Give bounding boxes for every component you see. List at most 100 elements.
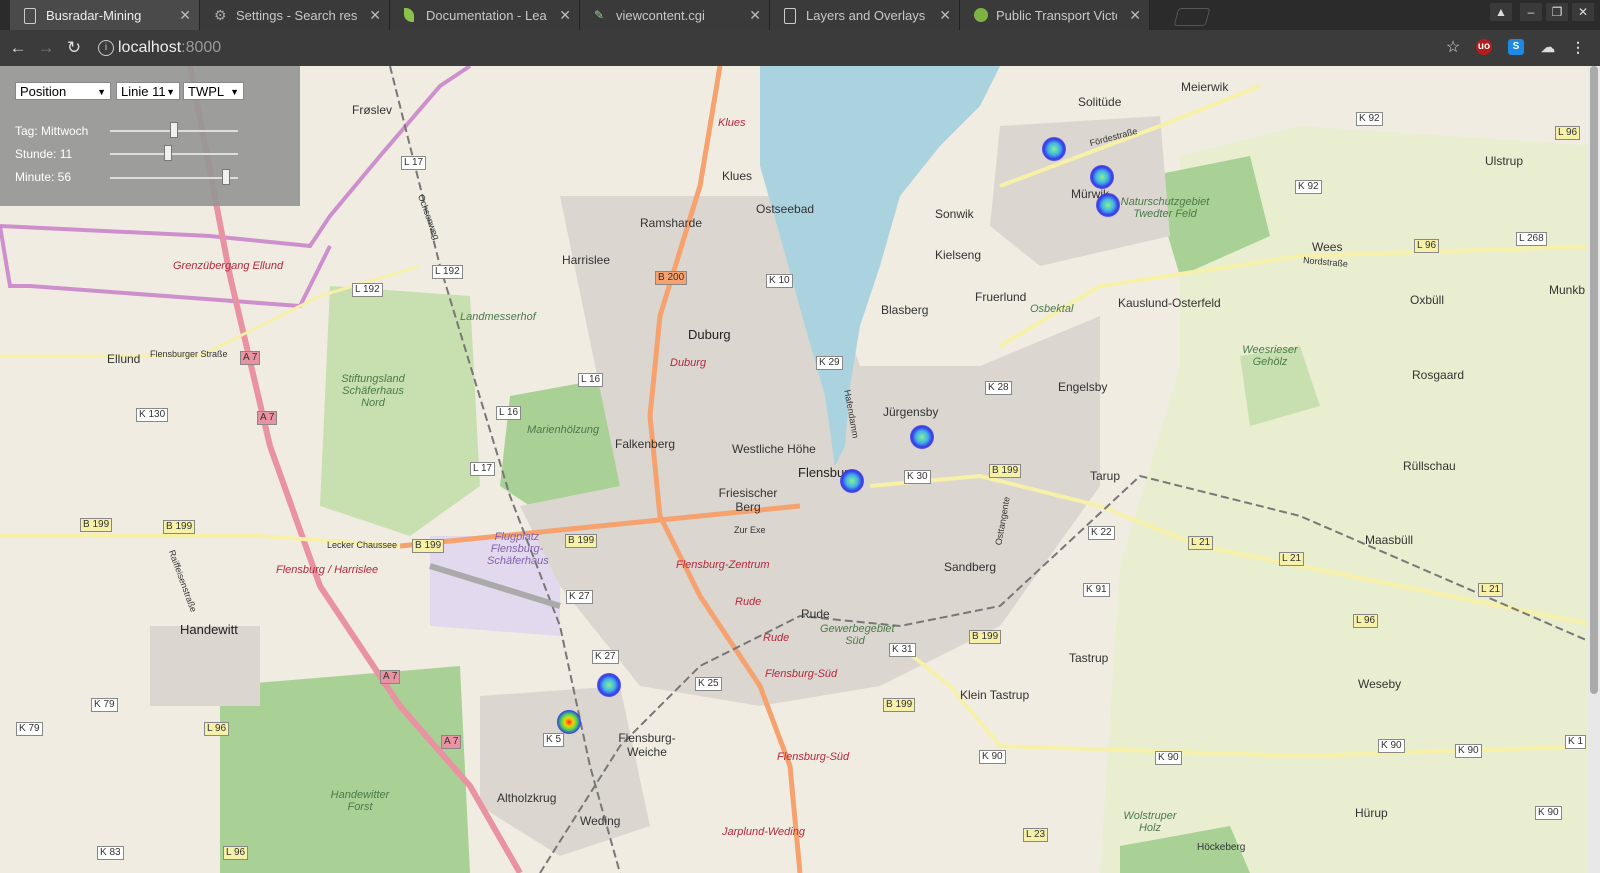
tab-documentation[interactable]: Documentation - Leafle ✕ [390, 0, 580, 30]
reload-icon[interactable]: ↻ [64, 38, 84, 58]
red-label: Grenzübergang Ellund [173, 260, 284, 272]
scrollbar-thumb[interactable] [1590, 66, 1598, 694]
tab-settings[interactable]: ⚙ Settings - Search result ✕ [200, 0, 390, 30]
bus-position-marker[interactable] [597, 673, 621, 697]
close-icon[interactable]: ✕ [179, 7, 191, 24]
road-shield: K 83 [97, 846, 124, 860]
close-icon[interactable]: ✕ [559, 7, 571, 24]
hour-slider[interactable] [110, 145, 238, 161]
tab-public-transport[interactable]: Public Transport Victori ✕ [960, 0, 1150, 30]
back-icon[interactable]: ← [8, 38, 28, 58]
place-label: Ulstrup [1485, 154, 1524, 168]
road-shield: K 27 [592, 650, 619, 664]
tab-busradar-mining[interactable]: Busradar-Mining ✕ [10, 0, 200, 30]
new-tab-button[interactable] [1173, 8, 1211, 26]
extension-cloud-icon[interactable]: ☁ [1540, 39, 1556, 55]
green-label: Naturschutzgebiet Twedter Feld [1120, 196, 1210, 220]
road-shield: K 29 [816, 356, 843, 370]
tab-viewcontent[interactable]: ✎ viewcontent.cgi ✕ [580, 0, 770, 30]
stop-select[interactable]: TWPL ▼ [183, 82, 244, 100]
road-shield: K 22 [1088, 526, 1115, 540]
bus-position-marker[interactable] [1042, 137, 1066, 161]
road-shield: K 91 [1083, 583, 1110, 597]
close-icon[interactable]: ✕ [749, 7, 761, 24]
road-shield: L 192 [352, 283, 383, 297]
ublock-icon[interactable]: uo [1476, 39, 1492, 55]
place-label: Westliche Höhe [732, 442, 816, 456]
road-shield: K 90 [1535, 806, 1562, 820]
extension-s-icon[interactable]: S [1508, 39, 1524, 55]
close-icon[interactable]: ✕ [939, 7, 951, 24]
bookmark-star-icon[interactable]: ☆ [1443, 38, 1463, 58]
road-shield: K 5 [543, 733, 565, 747]
road-shield: A 7 [257, 411, 278, 425]
globe-icon [974, 8, 988, 22]
restore-button[interactable]: ❐ [1546, 3, 1568, 21]
road-shield: L 16 [496, 406, 522, 420]
address-bar[interactable]: i localhost:8000 [92, 34, 1452, 62]
url-host: localhost [118, 39, 182, 56]
chevron-down-icon: ▼ [166, 87, 175, 97]
slider-thumb[interactable] [170, 122, 178, 138]
red-label: Flensburg-Süd [777, 751, 850, 763]
bus-position-marker-hot[interactable] [557, 710, 581, 734]
leaf-icon [404, 8, 414, 22]
tab-layers-overlays[interactable]: Layers and Overlays | L ✕ [770, 0, 960, 30]
place-label: Tastrup [1069, 651, 1109, 665]
mode-select[interactable]: Position ▼ [15, 82, 111, 100]
forward-icon[interactable]: → [36, 38, 56, 58]
minimize-button[interactable]: – [1520, 3, 1542, 21]
place-label: Weseby [1358, 677, 1402, 691]
line-select[interactable]: Linie 11 ▼ [116, 82, 180, 100]
menu-icon[interactable]: ⋮ [1570, 39, 1586, 55]
road-shield: K 31 [889, 643, 916, 657]
green-label: Handewitter Forst [330, 789, 390, 813]
place-label: Höckeberg [1197, 842, 1246, 853]
browser-toolbar: ← → ↻ i localhost:8000 ☆ uo S ☁ ⋮ [0, 30, 1600, 66]
place-label: Klein Tastrup [960, 688, 1030, 702]
slider-thumb[interactable] [221, 169, 230, 185]
place-label: Rosgaard [1412, 368, 1465, 382]
green-label: Osbektal [1030, 303, 1074, 315]
street-label: Zur Exe [734, 525, 766, 535]
day-slider[interactable] [110, 122, 238, 138]
bus-position-marker[interactable] [910, 425, 934, 449]
url-text: localhost:8000 [118, 34, 221, 62]
road-shield: B 199 [969, 630, 1002, 644]
place-label: Rude [801, 607, 830, 621]
place-label: Tarup [1090, 469, 1121, 483]
slider-thumb[interactable] [164, 145, 172, 161]
red-label: Duburg [670, 357, 707, 369]
minute-slider[interactable] [110, 169, 238, 185]
mode-select-value: Position [20, 84, 67, 99]
road-shield: K 1 [1565, 735, 1587, 749]
bus-position-marker[interactable] [1090, 165, 1114, 189]
profile-icon[interactable]: ▲ [1490, 3, 1512, 21]
road-shield: L 17 [401, 156, 427, 170]
red-label: Klues [718, 117, 746, 129]
road-shield: K 90 [1155, 751, 1182, 765]
bus-position-marker[interactable] [1096, 193, 1120, 217]
road-shield: L 23 [1023, 828, 1049, 842]
road-shield: L 21 [1478, 583, 1504, 597]
road-shield: L 96 [1353, 614, 1379, 628]
close-icon[interactable]: ✕ [1129, 7, 1141, 24]
close-window-button[interactable]: ✕ [1572, 3, 1594, 21]
road-shield: L 96 [1555, 126, 1581, 140]
place-label: Hürup [1355, 806, 1388, 820]
road-shield: L 21 [1188, 536, 1214, 550]
place-label: Meierwik [1181, 80, 1229, 94]
road-shield: L 17 [470, 462, 496, 476]
road-shield: K 90 [1378, 739, 1405, 753]
place-label: Munkb [1549, 283, 1586, 297]
tab-title: Documentation - Leafle [426, 7, 547, 23]
url-port: :8000 [181, 39, 222, 56]
tab-title: Public Transport Victori [996, 7, 1117, 23]
bus-position-marker[interactable] [840, 469, 864, 493]
street-label: Flensburger Straße [150, 349, 228, 359]
green-label: Marienhölzung [527, 424, 600, 436]
info-icon[interactable]: i [98, 40, 114, 56]
close-icon[interactable]: ✕ [369, 7, 381, 24]
road-shield: K 25 [695, 677, 722, 691]
day-label: Tag: Mittwoch [15, 124, 89, 138]
